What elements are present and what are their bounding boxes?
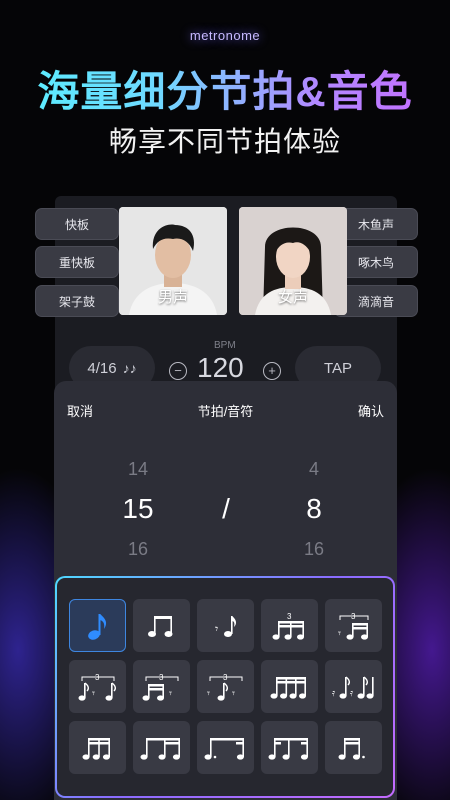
single-eighth-note-icon bbox=[87, 613, 106, 640]
numerator-above: 14 bbox=[127, 459, 149, 479]
sound-option-drum-kit[interactable]: 架子鼓 bbox=[35, 285, 119, 317]
dotted-eighth-sixteenth-icon bbox=[204, 737, 244, 760]
male-voice-card[interactable]: 男声 bbox=[119, 207, 227, 315]
sound-option-heavy-fast[interactable]: 重快板 bbox=[35, 246, 119, 278]
male-voice-label: 男声 bbox=[157, 289, 188, 306]
note-icon: ♪♪ bbox=[122, 360, 137, 376]
time-signature-value: 4/16 bbox=[87, 359, 117, 377]
pattern-single-eighth[interactable] bbox=[69, 599, 126, 652]
pattern-triplet-sixteenths[interactable]: 3 bbox=[261, 599, 318, 652]
pattern-sixteenth-eighth-sixteenth[interactable] bbox=[261, 721, 318, 774]
dotted-rhythm-icon bbox=[338, 737, 365, 760]
sixteenth-eighth-sixteenth-icon bbox=[268, 737, 308, 760]
pattern-eighth-two-sixteenths[interactable] bbox=[133, 721, 190, 774]
rest-triplet-icon: 3 𝄾 bbox=[338, 612, 368, 640]
sound-option-fast[interactable]: 快板 bbox=[35, 208, 119, 240]
sheet-title: 节拍/音符 bbox=[197, 404, 254, 419]
triplet-rest-mix-1-icon: 3 𝄾 bbox=[78, 673, 116, 701]
eighth-two-sixteenths-icon bbox=[140, 737, 180, 760]
svg-text:𝄿: 𝄿 bbox=[332, 688, 335, 699]
rest-eighth-icon: 𝄾 bbox=[215, 615, 236, 637]
svg-text:3: 3 bbox=[223, 673, 228, 682]
svg-text:𝄾: 𝄾 bbox=[215, 622, 218, 636]
svg-text:𝄿: 𝄿 bbox=[350, 688, 353, 699]
pattern-triplet-rest-mix-3[interactable]: 3 𝄾 𝄾 bbox=[197, 660, 254, 713]
bpm-value: 120 bbox=[197, 352, 244, 383]
pattern-dotted-eighth-sixteenth[interactable] bbox=[197, 721, 254, 774]
bpm-label: BPM bbox=[214, 340, 236, 351]
svg-text:3: 3 bbox=[351, 612, 356, 621]
svg-text:𝄾: 𝄾 bbox=[338, 628, 341, 640]
svg-text:𝄾: 𝄾 bbox=[207, 688, 210, 700]
svg-text:𝄾: 𝄾 bbox=[169, 688, 172, 700]
svg-text:3: 3 bbox=[287, 612, 292, 621]
denominator-below: 16 bbox=[303, 539, 325, 559]
increase-bpm-icon[interactable]: + bbox=[263, 362, 281, 380]
note-pattern-grid: 𝄾 3 3 𝄾 3 𝄾 3 𝄾 3 𝄾 𝄾 𝄿 𝄿 bbox=[55, 576, 395, 798]
decrease-bpm-icon[interactable]: − bbox=[169, 362, 187, 380]
pattern-four-sixteenths[interactable] bbox=[261, 660, 318, 713]
rest-sixteenth-mix-icon: 𝄿 𝄿 bbox=[332, 675, 374, 699]
pattern-triplet-rest-mix-1[interactable]: 3 𝄾 bbox=[69, 660, 126, 713]
time-signature-picker[interactable]: 14 15 16 / 4 8 16 bbox=[54, 441, 397, 581]
three-sixteenths-icon bbox=[82, 737, 110, 760]
pattern-three-sixteenths[interactable] bbox=[69, 721, 126, 774]
female-voice-card[interactable]: 女声 bbox=[239, 207, 347, 315]
picker-separator: / bbox=[222, 493, 230, 524]
svg-text:3: 3 bbox=[159, 673, 164, 682]
pattern-rest-sixteenth-mix[interactable]: 𝄿 𝄿 bbox=[325, 660, 382, 713]
numerator-selected[interactable]: 15 bbox=[108, 493, 168, 525]
numerator-below: 16 bbox=[127, 539, 149, 559]
pattern-dotted-rhythm[interactable] bbox=[325, 721, 382, 774]
denominator-selected[interactable]: 8 bbox=[284, 493, 344, 525]
triplet-rest-mix-2-icon: 3 𝄾 bbox=[142, 673, 178, 701]
triplet-sixteenths-icon: 3 bbox=[272, 612, 304, 640]
confirm-button[interactable]: 确认 bbox=[358, 401, 384, 420]
denominator-above: 4 bbox=[308, 459, 319, 479]
female-voice-label: 女声 bbox=[277, 289, 308, 306]
four-sixteenths-icon bbox=[270, 676, 306, 699]
svg-text:3: 3 bbox=[95, 673, 100, 682]
headline: 海量细分节拍&音色 bbox=[0, 58, 450, 119]
triplet-rest-mix-3-icon: 3 𝄾 𝄾 bbox=[207, 673, 242, 701]
pattern-rest-triplet[interactable]: 3 𝄾 bbox=[325, 599, 382, 652]
svg-text:𝄾: 𝄾 bbox=[92, 688, 95, 700]
pattern-two-eighths[interactable] bbox=[133, 599, 190, 652]
pattern-triplet-rest-mix-2[interactable]: 3 𝄾 bbox=[133, 660, 190, 713]
svg-text:𝄾: 𝄾 bbox=[232, 688, 235, 700]
two-eighths-icon bbox=[147, 615, 172, 637]
subheadline: 畅享不同节拍体验 bbox=[108, 126, 341, 157]
brand-label: metronome bbox=[189, 28, 261, 43]
pattern-rest-eighth[interactable]: 𝄾 bbox=[197, 599, 254, 652]
